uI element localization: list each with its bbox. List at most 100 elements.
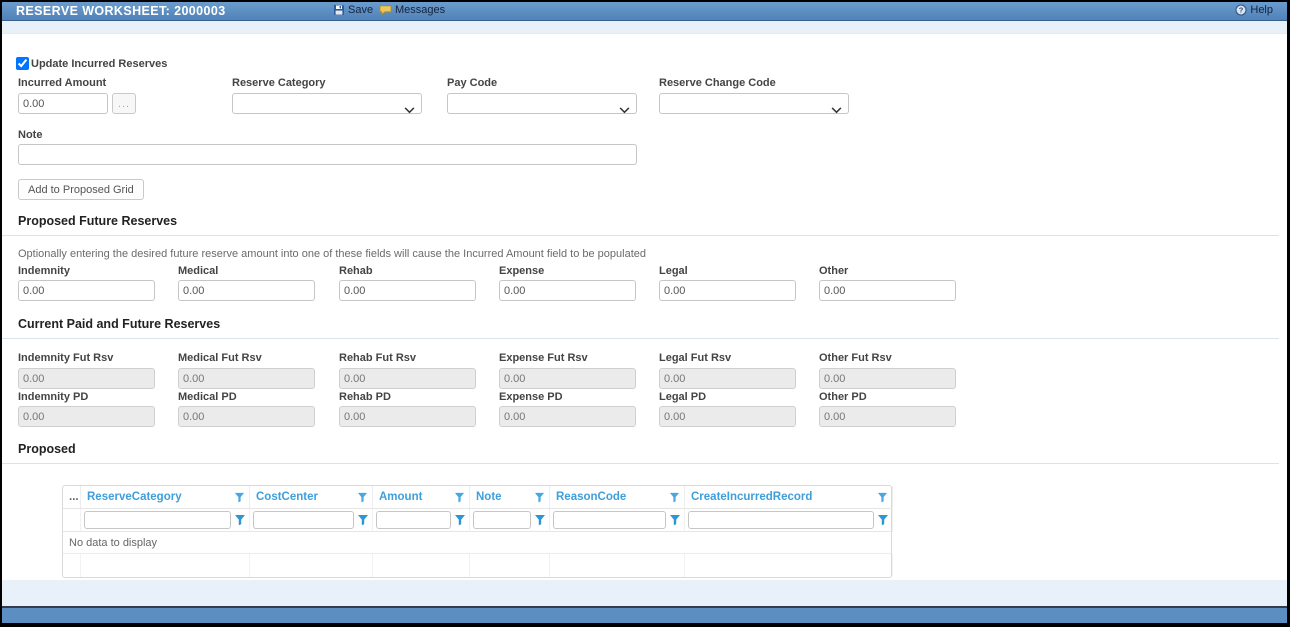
- grid-header-reservecategory[interactable]: ReserveCategory: [81, 486, 250, 508]
- rehab-fut-rsv-field: [339, 368, 476, 389]
- proposed-heading: Proposed: [2, 442, 1279, 464]
- other-fut-rsv-field: [819, 368, 956, 389]
- note-label: Note: [18, 129, 42, 141]
- grid-filter-cell: [550, 509, 685, 532]
- grid-header-note[interactable]: Note: [470, 486, 550, 508]
- pfr-other-field[interactable]: [819, 280, 956, 301]
- grid-filter-row: [63, 509, 891, 532]
- chevron-down-icon: [619, 101, 630, 119]
- grid-filter-cell: [373, 509, 470, 532]
- update-incurred-label: Update Incurred Reserves: [31, 58, 167, 70]
- reserve-category-select[interactable]: [232, 93, 422, 114]
- grid-blank-row: [63, 554, 891, 577]
- pfr-legal-field[interactable]: [659, 280, 796, 301]
- filter-icon[interactable]: [234, 514, 246, 526]
- proposed-grid: ... ReserveCategory CostCenter Amount No…: [62, 485, 892, 578]
- fut-rsv-label: Indemnity Fut Rsv: [18, 352, 113, 364]
- pfr-field-label: Expense: [499, 265, 544, 277]
- medical-fut-rsv-field: [178, 368, 315, 389]
- expense-pd-field: [499, 406, 636, 427]
- update-incurred-checkbox[interactable]: [16, 57, 29, 70]
- add-to-proposed-grid-button[interactable]: Add to Proposed Grid: [18, 179, 144, 200]
- reserve-category-label: Reserve Category: [232, 77, 326, 89]
- reserve-change-code-label: Reserve Change Code: [659, 77, 776, 89]
- filter-icon[interactable]: [454, 492, 465, 503]
- help-icon: ?: [1235, 4, 1247, 16]
- grid-header-amount[interactable]: Amount: [373, 486, 470, 508]
- grid-header-createincurredrecord[interactable]: CreateIncurredRecord: [685, 486, 893, 508]
- fut-rsv-label: Rehab Fut Rsv: [339, 352, 416, 364]
- filter-icon[interactable]: [534, 492, 545, 503]
- svg-text:?: ?: [1239, 6, 1244, 15]
- messages-button[interactable]: Messages: [379, 4, 445, 16]
- filter-icon[interactable]: [669, 492, 680, 503]
- pd-label: Expense PD: [499, 391, 563, 403]
- proposed-future-reserves-heading: Proposed Future Reserves: [2, 214, 1279, 236]
- note-field[interactable]: [18, 144, 637, 165]
- help-button-label: Help: [1250, 4, 1273, 16]
- legal-pd-field: [659, 406, 796, 427]
- save-button-label: Save: [348, 4, 373, 16]
- pay-code-select[interactable]: [447, 93, 637, 114]
- expense-fut-rsv-field: [499, 368, 636, 389]
- pd-label: Other PD: [819, 391, 867, 403]
- fut-rsv-label: Legal Fut Rsv: [659, 352, 731, 364]
- filter-icon[interactable]: [357, 492, 368, 503]
- content-panel: Update Incurred Reserves Incurred Amount…: [2, 33, 1287, 580]
- grid-filter-input-reasoncode[interactable]: [553, 511, 666, 529]
- current-paid-future-heading: Current Paid and Future Reserves: [2, 317, 1279, 339]
- filter-icon[interactable]: [669, 514, 681, 526]
- update-incurred-row: Update Incurred Reserves: [16, 57, 167, 70]
- other-pd-field: [819, 406, 956, 427]
- grid-filter-cell: [470, 509, 550, 532]
- grid-filter-input-note[interactable]: [473, 511, 531, 529]
- pfr-field-label: Legal: [659, 265, 688, 277]
- fut-rsv-label: Other Fut Rsv: [819, 352, 892, 364]
- pd-label: Indemnity PD: [18, 391, 88, 403]
- medical-pd-field: [178, 406, 315, 427]
- pfr-field-label: Other: [819, 265, 848, 277]
- incurred-amount-lookup-button[interactable]: ...: [112, 93, 136, 114]
- reserve-change-code-select[interactable]: [659, 93, 849, 114]
- pfr-field-label: Medical: [178, 265, 218, 277]
- grid-header-costcenter[interactable]: CostCenter: [250, 486, 373, 508]
- grid-header-actions[interactable]: ...: [63, 486, 81, 508]
- incurred-amount-field[interactable]: [18, 93, 108, 114]
- save-icon: [333, 4, 345, 16]
- filter-icon[interactable]: [357, 514, 369, 526]
- filter-icon[interactable]: [534, 514, 546, 526]
- pfr-expense-field[interactable]: [499, 280, 636, 301]
- filter-icon[interactable]: [234, 492, 245, 503]
- pfr-medical-field[interactable]: [178, 280, 315, 301]
- indemnity-pd-field: [18, 406, 155, 427]
- pfr-field-label: Indemnity: [18, 265, 70, 277]
- grid-filter-input-costcenter[interactable]: [253, 511, 354, 529]
- grid-filter-cell: [250, 509, 373, 532]
- grid-filter-actions-cell: [63, 509, 81, 532]
- save-button[interactable]: Save: [333, 4, 373, 16]
- grid-header-reasoncode[interactable]: ReasonCode: [550, 486, 685, 508]
- footer-bar: [2, 606, 1287, 623]
- grid-filter-input-reservecategory[interactable]: [84, 511, 231, 529]
- help-button[interactable]: ? Help: [1235, 4, 1273, 16]
- chevron-down-icon: [831, 101, 842, 119]
- incurred-amount-label: Incurred Amount: [18, 77, 106, 89]
- fut-rsv-label: Expense Fut Rsv: [499, 352, 588, 364]
- pay-code-label: Pay Code: [447, 77, 497, 89]
- chevron-down-icon: [404, 101, 415, 119]
- grid-filter-input-amount[interactable]: [376, 511, 451, 529]
- grid-empty-message: No data to display: [63, 532, 891, 554]
- grid-filter-cell: [81, 509, 250, 532]
- filter-icon[interactable]: [877, 492, 888, 503]
- indemnity-fut-rsv-field: [18, 368, 155, 389]
- messages-icon: [379, 4, 392, 16]
- pfr-indemnity-field[interactable]: [18, 280, 155, 301]
- filter-icon[interactable]: [877, 514, 889, 526]
- pd-label: Medical PD: [178, 391, 237, 403]
- reserve-worksheet-page: RESERVE WORKSHEET: 2000003 Save Messages…: [0, 0, 1290, 627]
- grid-filter-input-createincurredrecord[interactable]: [688, 511, 874, 529]
- fut-rsv-label: Medical Fut Rsv: [178, 352, 262, 364]
- messages-button-label: Messages: [395, 4, 445, 16]
- filter-icon[interactable]: [454, 514, 466, 526]
- pfr-rehab-field[interactable]: [339, 280, 476, 301]
